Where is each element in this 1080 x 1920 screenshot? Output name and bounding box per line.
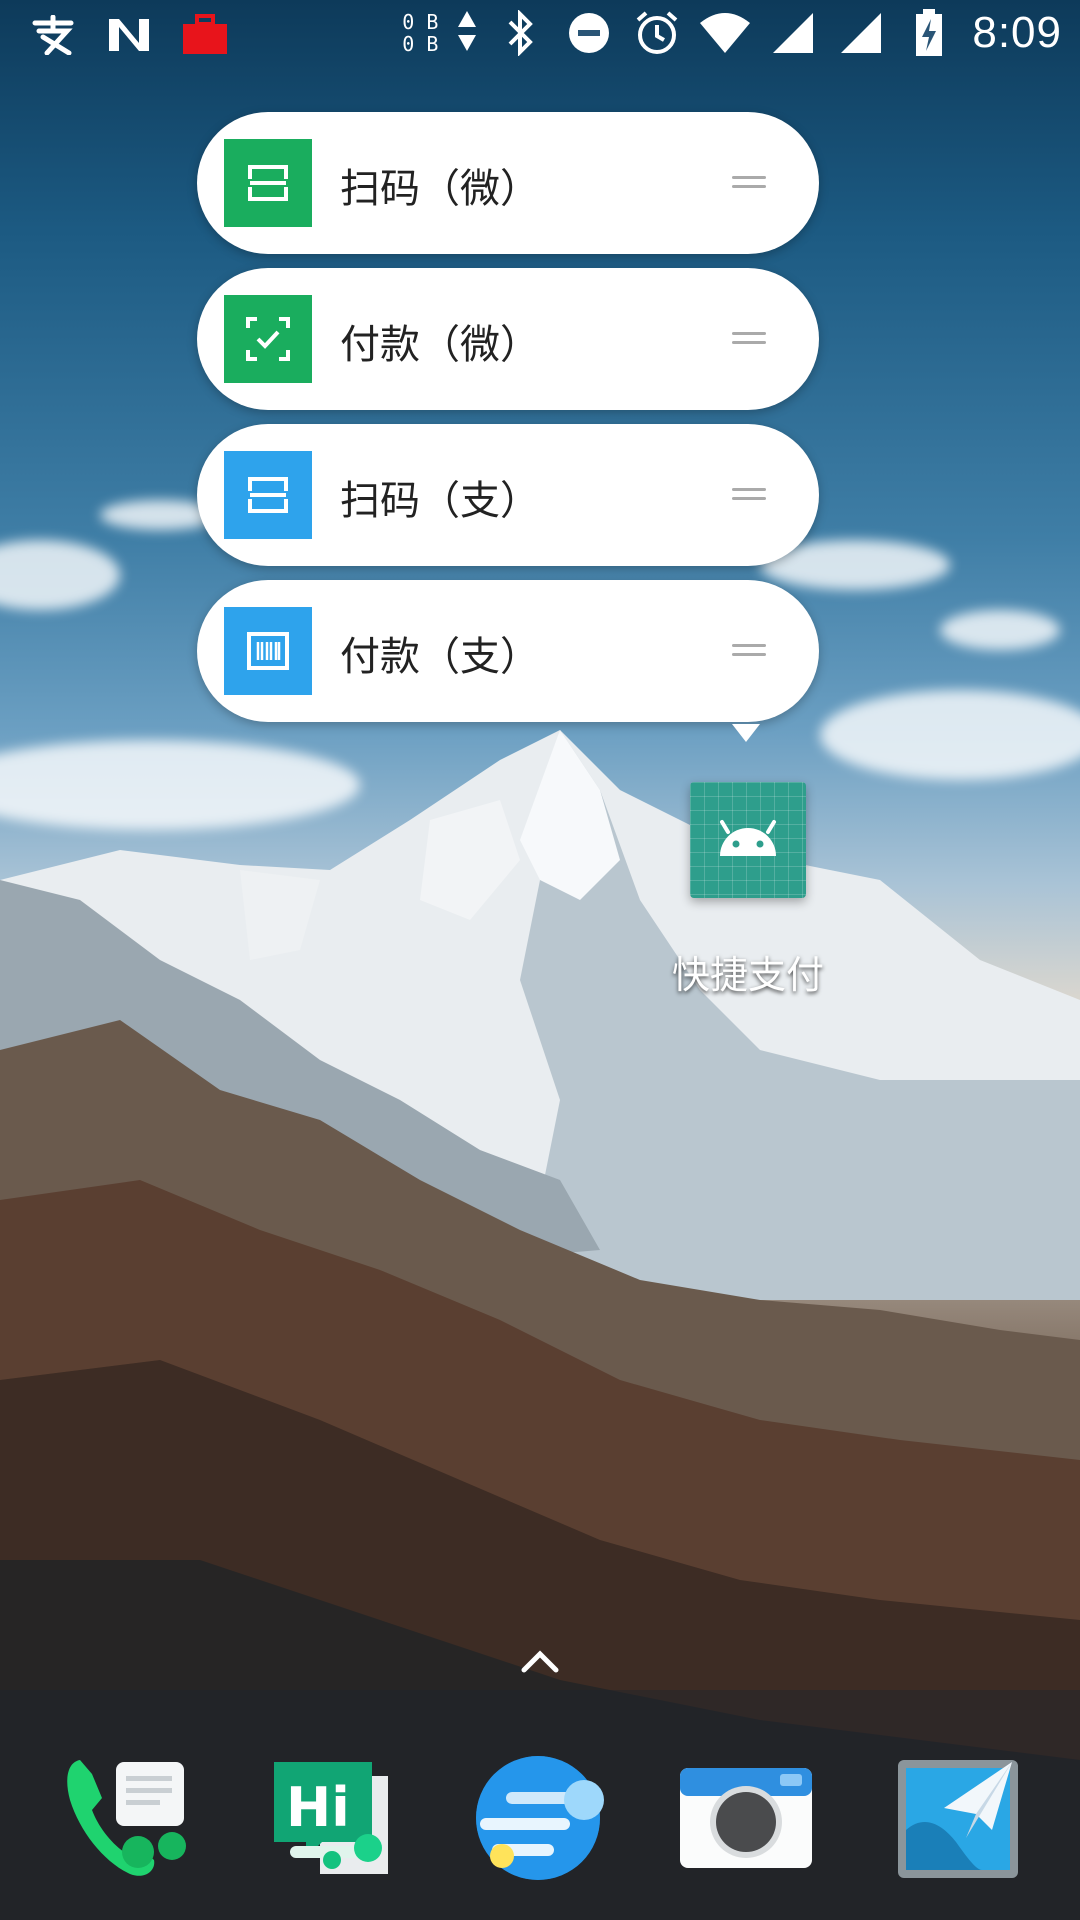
android-icon [720,820,776,856]
wifi-icon [700,8,751,58]
drag-handle-icon[interactable] [732,176,766,190]
battery-charging-icon [904,8,954,58]
net-arrows-icon [456,9,478,57]
shortcut-label: 付款（支） [340,634,540,680]
drag-handle-icon[interactable] [732,644,766,658]
barcode-icon [224,607,312,695]
bluetooth-icon [496,8,546,58]
do-not-disturb-icon [564,8,614,58]
pay-check-icon [224,295,312,383]
messages-app-icon[interactable]: Hi [264,1752,394,1882]
shortcut-scan-alipay[interactable]: 扫码（支） [197,424,819,566]
shortcut-scan-wechat[interactable]: 扫码（微） [197,112,819,254]
scan-icon [224,451,312,539]
browser-app-icon[interactable] [472,1752,604,1882]
status-bar: 0 B 0 B 8:09 [0,0,1080,72]
network-speed: 0 B 0 B [402,11,438,55]
clock: 8:09 [972,8,1062,57]
app-icon-quick-pay[interactable] [690,782,806,898]
scan-icon [224,139,312,227]
shortcut-label: 扫码（微） [340,166,540,212]
svg-text:Hi: Hi [286,1776,350,1839]
popup-tail [732,724,760,742]
alipay-icon [28,10,78,60]
shortcut-label: 付款（微） [340,322,540,368]
alarm-icon [632,8,682,58]
shortcut-pay-alipay[interactable]: 付款（支） [197,580,819,722]
net-speed-down: 0 B [402,32,439,56]
drag-handle-icon[interactable] [732,332,766,346]
gallery-app-icon[interactable] [896,1752,1026,1882]
app-label: 快捷支付 [671,953,824,997]
app-drawer-arrow-icon[interactable] [520,1648,560,1674]
shortcut-label: 扫码（支） [340,478,540,524]
camera-app-icon[interactable] [676,1752,812,1882]
net-speed-up: 0 B [402,10,439,34]
drag-handle-icon[interactable] [732,488,766,502]
signal-icon [768,8,818,58]
shortcut-pay-wechat[interactable]: 付款（微） [197,268,819,410]
phone-app-icon[interactable] [60,1752,190,1882]
n-logo-icon [104,10,154,60]
signal-icon-2 [836,8,886,58]
red-briefcase-icon [180,10,230,60]
